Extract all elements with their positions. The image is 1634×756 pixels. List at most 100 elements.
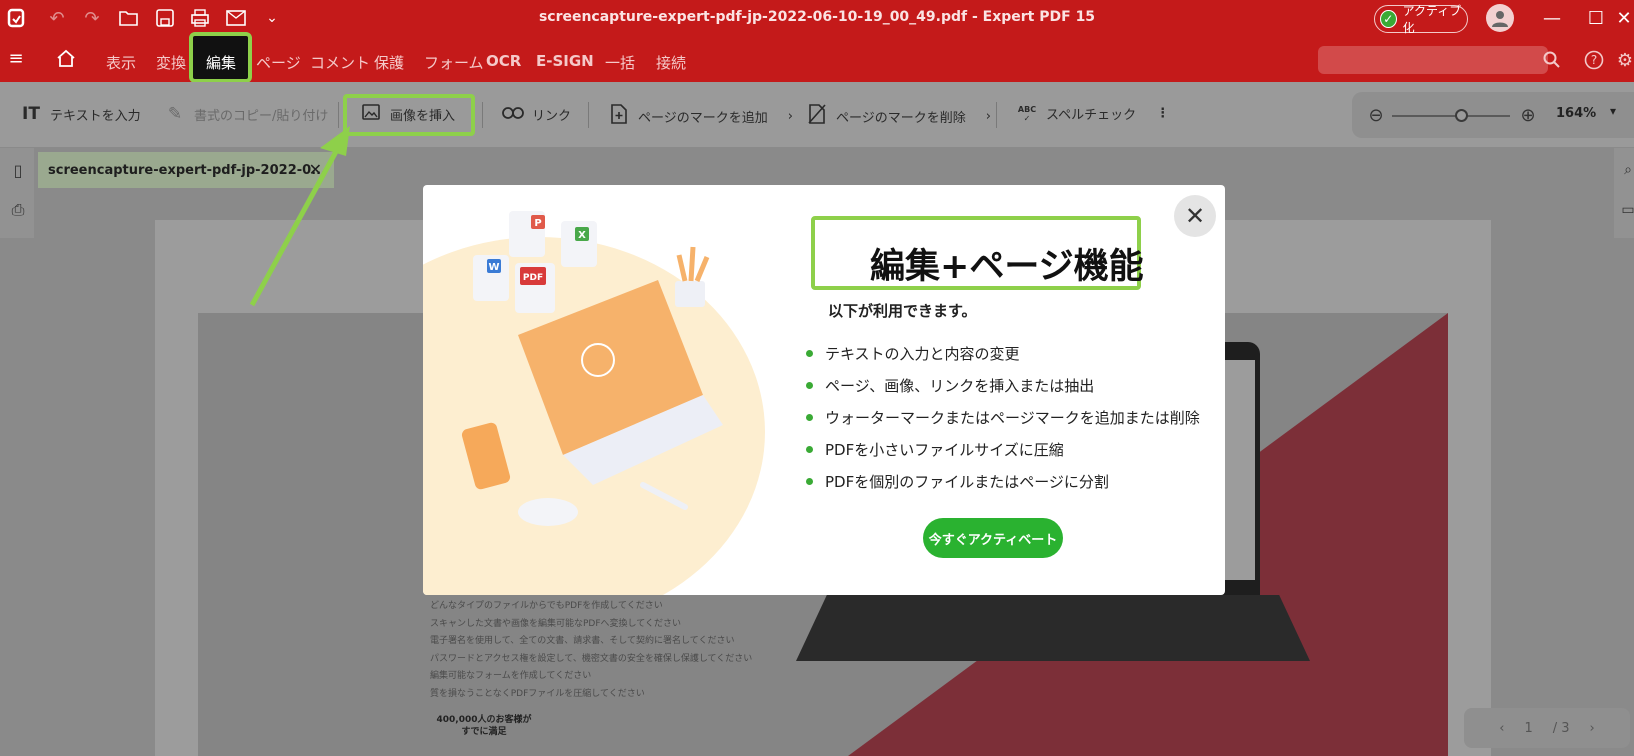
properties-panel-icon[interactable]: ▭	[1616, 198, 1634, 222]
badge-line-2: すでに満足	[461, 727, 507, 737]
zoom-in-icon[interactable]: ⊕	[1516, 103, 1540, 127]
feature-item: PDFを小さいファイルサイズに圧縮	[806, 433, 1200, 465]
bullet-dot	[806, 349, 813, 357]
zoom-out-icon[interactable]: ⊖	[1364, 103, 1388, 127]
copy-format-label: 書式のコピー/貼り付け	[194, 108, 329, 124]
word-icon-letter: W	[488, 262, 499, 273]
laptop-illustration: P X W PDF	[461, 211, 723, 526]
menu-esign[interactable]: E-SIGN	[536, 52, 594, 70]
link-label: リンク	[532, 108, 572, 124]
add-page-mark-tool[interactable]: ページのマークを追加 ›	[608, 104, 793, 129]
menu-batch[interactable]: 一括	[605, 52, 635, 73]
bookmark-icon[interactable]: ⎙	[6, 198, 30, 222]
spellcheck-tool[interactable]: ABC ✓ スペルチェック ⋮	[1016, 104, 1169, 124]
feature-text: PDFを小さいファイルサイズに圧縮	[825, 440, 1064, 459]
spellcheck-icon: ABC ✓	[1017, 104, 1037, 123]
remove-page-icon	[806, 104, 828, 129]
feature-list: テキストの入力と内容の変更 ページ、画像、リンクを挿入または抽出 ウォーターマー…	[806, 337, 1200, 497]
menu-connect[interactable]: 接続	[656, 52, 686, 73]
pdf-bullet: どんなタイプのファイルからでもPDFを作成してください	[430, 601, 663, 611]
add-page-mark-label: ページのマークを追加	[638, 111, 768, 126]
feature-item: テキストの入力と内容の変更	[806, 337, 1200, 369]
sidebar-toggle-icon[interactable]: ▯	[6, 158, 30, 182]
customer-badge: 400,000人のお客様が すでに満足	[424, 714, 544, 746]
left-side-panel: ▯ ⎙	[0, 148, 34, 238]
excel-icon-letter: X	[578, 230, 586, 241]
zoom-level[interactable]: 164%	[1556, 106, 1596, 121]
ppt-icon-letter: P	[534, 218, 541, 229]
help-icon[interactable]: ?	[1582, 48, 1606, 72]
feature-text: ウォーターマークまたはページマークを追加または削除	[825, 408, 1200, 427]
link-icon	[502, 104, 524, 124]
document-tab[interactable]: screencapture-expert-pdf-jp-2022-0... ✕	[38, 152, 334, 188]
menu-protect[interactable]: 保護	[374, 52, 404, 73]
add-page-icon	[608, 104, 630, 129]
search-input[interactable]	[1318, 46, 1548, 74]
copy-format-tool[interactable]: ✎ 書式のコピー/貼り付け	[164, 104, 329, 124]
document-tab-label: screencapture-expert-pdf-jp-2022-0...	[48, 162, 326, 178]
user-avatar-icon[interactable]	[1486, 4, 1514, 32]
toolbar-divider	[338, 102, 339, 128]
feature-text: PDFを個別のファイルまたはページに分割	[825, 472, 1109, 491]
page-total: / 3	[1552, 720, 1570, 736]
gear-icon[interactable]: ⚙	[1616, 48, 1634, 72]
more-options-icon[interactable]: ⋮	[1156, 106, 1169, 121]
search-icon[interactable]	[1540, 48, 1564, 72]
menu-view[interactable]: 表示	[106, 52, 136, 73]
chevron-right-icon: ›	[787, 109, 793, 124]
link-tool[interactable]: リンク	[502, 104, 571, 124]
feature-item: ページ、画像、リンクを挿入または抽出	[806, 369, 1200, 401]
remove-page-mark-tool[interactable]: ページのマークを削除 ›	[806, 104, 991, 129]
feature-text: テキストの入力と内容の変更	[825, 344, 1020, 363]
next-page-icon[interactable]: ›	[1590, 721, 1595, 736]
title-bar: ↶ ↷ ⌄ screencapture-expert-pdf-jp-2022-0…	[0, 0, 1634, 36]
close-icon: ✕	[1184, 202, 1206, 230]
menu-form[interactable]: フォーム	[424, 52, 484, 73]
zoom-slider-handle[interactable]	[1455, 109, 1468, 122]
toolbar-divider	[482, 102, 483, 128]
current-page-input[interactable]: 1	[1524, 721, 1532, 736]
zoom-control: ⊖ ⊕ 164% ▾	[1352, 92, 1634, 138]
menu-convert[interactable]: 変換	[156, 52, 186, 73]
pdf-icon-letters: PDF	[523, 273, 543, 283]
dialog-subtitle: 以下が利用できます。	[828, 302, 977, 320]
maximize-icon[interactable]: ☐	[1584, 6, 1608, 30]
feature-item: PDFを個別のファイルまたはページに分割	[806, 465, 1200, 497]
close-dialog-button[interactable]: ✕	[1174, 195, 1216, 237]
svg-text:?: ?	[1591, 53, 1597, 67]
remove-page-mark-label: ページのマークを削除	[836, 111, 966, 126]
menu-page[interactable]: ページ	[256, 52, 301, 73]
menu-ocr[interactable]: OCR	[486, 52, 521, 70]
zoom-dropdown-icon[interactable]: ▾	[1610, 104, 1616, 118]
prev-page-icon[interactable]: ‹	[1499, 721, 1504, 736]
right-side-panel: ⌕ ▭	[1614, 148, 1634, 238]
activate-button[interactable]: ✓ アクティブ化	[1374, 4, 1468, 35]
minimize-icon[interactable]: —	[1540, 6, 1564, 30]
pdf-bullet: 編集可能なフォームを作成してください	[430, 671, 592, 681]
spellcheck-label: スペルチェック	[1046, 108, 1137, 123]
dialog-title: 編集+ページ機能	[870, 247, 1144, 287]
activate-now-button[interactable]: 今すぐアクティベート	[923, 518, 1063, 558]
pdf-bullet: 電子署名を使用して、全ての文書、請求書、そして契約に署名してください	[430, 636, 735, 646]
feature-text: ページ、画像、リンクを挿入または抽出	[825, 376, 1095, 395]
pdf-bullet: 質を損なうことなくPDFファイルを圧縮してください	[430, 688, 645, 699]
menu-edit[interactable]: 編集	[206, 52, 236, 73]
search-panel-icon[interactable]: ⌕	[1616, 158, 1634, 182]
toolbar-divider	[996, 102, 997, 128]
close-tab-icon[interactable]: ✕	[309, 160, 322, 179]
home-icon[interactable]	[54, 46, 78, 70]
zoom-slider-track[interactable]	[1392, 115, 1510, 117]
check-icon: ✓	[1380, 10, 1397, 28]
bullet-dot	[806, 413, 813, 421]
pdf-bullet: スキャンした文書や画像を編集可能なPDFへ変換してください	[430, 618, 681, 629]
text-input-tool[interactable]: IT テキストを入力	[20, 104, 141, 124]
feature-item: ウォーターマークまたはページマークを追加または削除	[806, 401, 1200, 433]
menu-comment[interactable]: コメント	[310, 52, 370, 73]
close-window-icon[interactable]: ✕	[1614, 6, 1634, 30]
hamburger-menu-icon[interactable]: ≡	[4, 46, 28, 70]
page-navigator: ‹ 1 / 3 ›	[1464, 708, 1630, 748]
toolbar-divider	[588, 102, 589, 128]
text-cursor-icon: IT	[22, 104, 40, 124]
badge-line-1: 400,000人のお客様が	[436, 715, 532, 725]
bullet-dot	[806, 477, 813, 485]
